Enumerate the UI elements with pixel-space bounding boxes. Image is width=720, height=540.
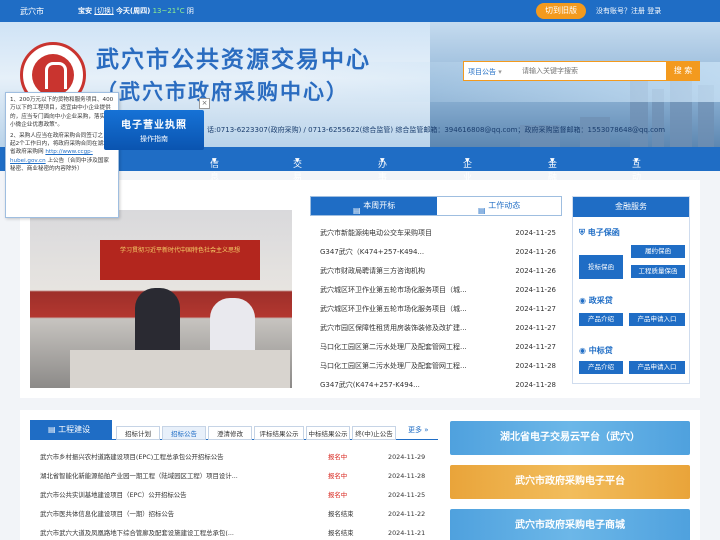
contact-info: 话:0713-6223307(政府采购) / 0713-6255622(综合监管… (207, 126, 666, 134)
table-row[interactable]: 武穴市武穴大道及凤凰路地下综合管廊及配套设施建设工程总承包(... 报名结束 202… (40, 524, 430, 540)
weather-city: 宝安 (78, 7, 92, 15)
finance-title: 金融服务 (573, 197, 689, 217)
finance-section-guarantee: ⛨ 电子保函 (579, 228, 620, 237)
list-item[interactable]: 武穴城区环卫作业第五轮市场化服务项目（城... 2024-11-27 (320, 300, 556, 319)
weather-switch-link[interactable]: [切换] (94, 7, 113, 15)
more-link[interactable]: 更多 » (408, 425, 429, 435)
finance-section-bid-loan: ◉ 中标贷 (579, 346, 613, 355)
list-item[interactable]: G347武穴（K474+257-K494... 2024-11-26 (320, 243, 556, 262)
search-button[interactable]: 搜 索 (666, 61, 700, 81)
list-item[interactable]: 马口化工园区第二污水处理厂及配套管网工程... 2024-11-28 (320, 357, 556, 376)
search-bar: 项目公告 ▾ 搜 索 (463, 61, 700, 81)
list-item[interactable]: G347武穴(K474+257-K494... 2024-11-28 (320, 376, 556, 395)
hubei-e-trading-platform-banner[interactable]: 湖北省电子交易云平台（武穴） (450, 421, 690, 455)
document-icon: ▤ (48, 425, 56, 434)
float-ad-title: 电子营业执照 (121, 120, 187, 131)
finance-section-procurement-loan: ◉ 政采贷 (579, 296, 613, 305)
finance-services-box: 金融服务 ⛨ 电子保函 履约保函 投标保函 工程质量保函 ◉ 政采贷 产品介绍 … (572, 196, 690, 384)
tab-clarification[interactable]: 澄清修改 (208, 426, 252, 440)
site-location: 武穴市 (20, 7, 44, 16)
tab-award-result[interactable]: 中标结果公示 (306, 426, 350, 440)
tab-bid-plan[interactable]: 招标计划 (116, 426, 160, 440)
news-tabs: ▤ 本周开标 ▤ 工作动态 (310, 196, 562, 216)
caret-down-icon: ▼ (465, 157, 470, 164)
table-row[interactable]: 武穴市公共实训基地建设项目（EPC）公开招标公告 报名中 2024-11-25 (40, 486, 430, 505)
notice-paragraph-1: 1、200万元以下的货物和服务项目、400万以下的工程项目，适宜由中小企业提供的… (10, 97, 114, 129)
weather-today: 今天(周四) (115, 7, 151, 15)
engineering-title: ▤ 工程建设 (30, 420, 112, 440)
list-item[interactable]: 武穴市园区保障性租赁用房装饰装修及改扩建... 2024-11-27 (320, 319, 556, 338)
list-item[interactable]: 武穴市财政局聘请第三方咨询机构 2024-11-26 (320, 262, 556, 281)
caret-down-icon: ▼ (295, 157, 300, 164)
tab-week-opening[interactable]: ▤ 本周开标 (311, 197, 437, 215)
top-bar: 武穴市 宝安 [切换] 今天(周四) 13~21°C 阴 切到旧版 没有账号？注… (0, 0, 720, 22)
caret-down-icon: ▼ (212, 157, 217, 164)
search-category-select[interactable]: 项目公告 ▾ (468, 67, 502, 77)
login-register-links[interactable]: 没有账号？注册 登录 (596, 6, 661, 16)
list-item[interactable]: 武穴城区环卫作业第五轮市场化服务项目（城... 2024-11-26 (320, 281, 556, 300)
bid-loan-intro-button[interactable]: 产品介绍 (579, 361, 623, 374)
performance-guarantee-button[interactable]: 履约保函 (631, 245, 685, 258)
chevron-down-icon: ▾ (498, 68, 502, 76)
procurement-loan-apply-button[interactable]: 产品申请入口 (629, 313, 685, 326)
list-item[interactable]: 马口化工园区第二污水处理厂及配套管网工程... 2024-11-27 (320, 338, 556, 357)
document-icon: ▤ (477, 205, 486, 215)
table-row[interactable]: 武穴市医共体信息化建设项目（一期）招标公告 报名结束 2024-11-22 (40, 505, 430, 524)
weather-cond: 阴 (186, 7, 194, 15)
caret-down-icon: ▼ (634, 157, 639, 164)
bid-guarantee-button[interactable]: 投标保函 (579, 255, 623, 279)
news-list: 武穴市新能源纯电动公交车采购项目 2024-11-25 G347武穴（K474+2… (320, 224, 556, 395)
table-row[interactable]: 湖北省智能化新能源船舶产业园一期工程（陆域园区工程）项目设计... 报名中 2024… (40, 467, 430, 486)
policy-notice-popup: 1、200万元以下的货物和服务项目、400万以下的工程项目，适宜由中小企业提供的… (5, 92, 119, 218)
procurement-loan-intro-button[interactable]: 产品介绍 (579, 313, 623, 326)
caret-down-icon: ▼ (550, 157, 555, 164)
photo-banner-text: 学习贯彻习近平新时代中国特色社会主义思想 (100, 240, 260, 280)
list-item[interactable]: 武穴市新能源纯电动公交车采购项目 2024-11-25 (320, 224, 556, 243)
weather-widget: 宝安 [切换] 今天(周四) 13~21°C 阴 (78, 6, 194, 16)
tab-bid-notice[interactable]: 招标公告 (162, 426, 206, 440)
caret-down-icon: ▼ (380, 157, 385, 164)
news-photo-carousel[interactable]: 学习贯彻习近平新时代中国特色社会主义思想 (30, 210, 292, 388)
tab-termination[interactable]: 终(中)止公告 (352, 426, 396, 440)
tab-work-news[interactable]: ▤ 工作动态 (437, 197, 561, 215)
e-license-float-ad[interactable]: × 电子营业执照 操作指南 (104, 98, 210, 150)
table-row[interactable]: 武穴市乡村振兴农村道路建设项目(EPC)工程总承包公开招标公告 报名中 2024-1… (40, 448, 430, 467)
document-icon: ▤ (352, 205, 361, 215)
search-input[interactable] (522, 64, 630, 78)
float-ad-subtitle: 操作指南 (140, 135, 168, 143)
old-version-button[interactable]: 切到旧版 (536, 3, 586, 19)
coin-icon: ◉ (579, 346, 586, 355)
gov-procurement-mall-banner[interactable]: 武穴市政府采购电子商城 (450, 509, 690, 540)
weather-temp: 13~21°C (152, 7, 185, 15)
shield-icon: ⛨ (579, 228, 585, 237)
old-version-label: 切到旧版 (545, 6, 577, 15)
engineering-section: ▤ 工程建设 招标计划 招标公告 澄清修改 评标结果公示 中标结果公示 终(中)… (30, 420, 438, 540)
bid-loan-apply-button[interactable]: 产品申请入口 (629, 361, 685, 374)
site-title: 武穴市公共资源交易中心 (96, 47, 371, 73)
coin-icon: ◉ (579, 296, 586, 305)
gov-procurement-platform-banner[interactable]: 武穴市政府采购电子平台 (450, 465, 690, 499)
tab-evaluation-result[interactable]: 评标结果公示 (254, 426, 304, 440)
quality-guarantee-button[interactable]: 工程质量保函 (631, 265, 685, 278)
site-subtitle: （武穴市政府采购中心） (96, 80, 349, 104)
notice-paragraph-2: 2、采购人应当在政府采购合同签订之日起2个工作日内，将政府采购合同在湖北省政府采… (10, 132, 109, 173)
close-icon[interactable]: × (199, 98, 210, 109)
